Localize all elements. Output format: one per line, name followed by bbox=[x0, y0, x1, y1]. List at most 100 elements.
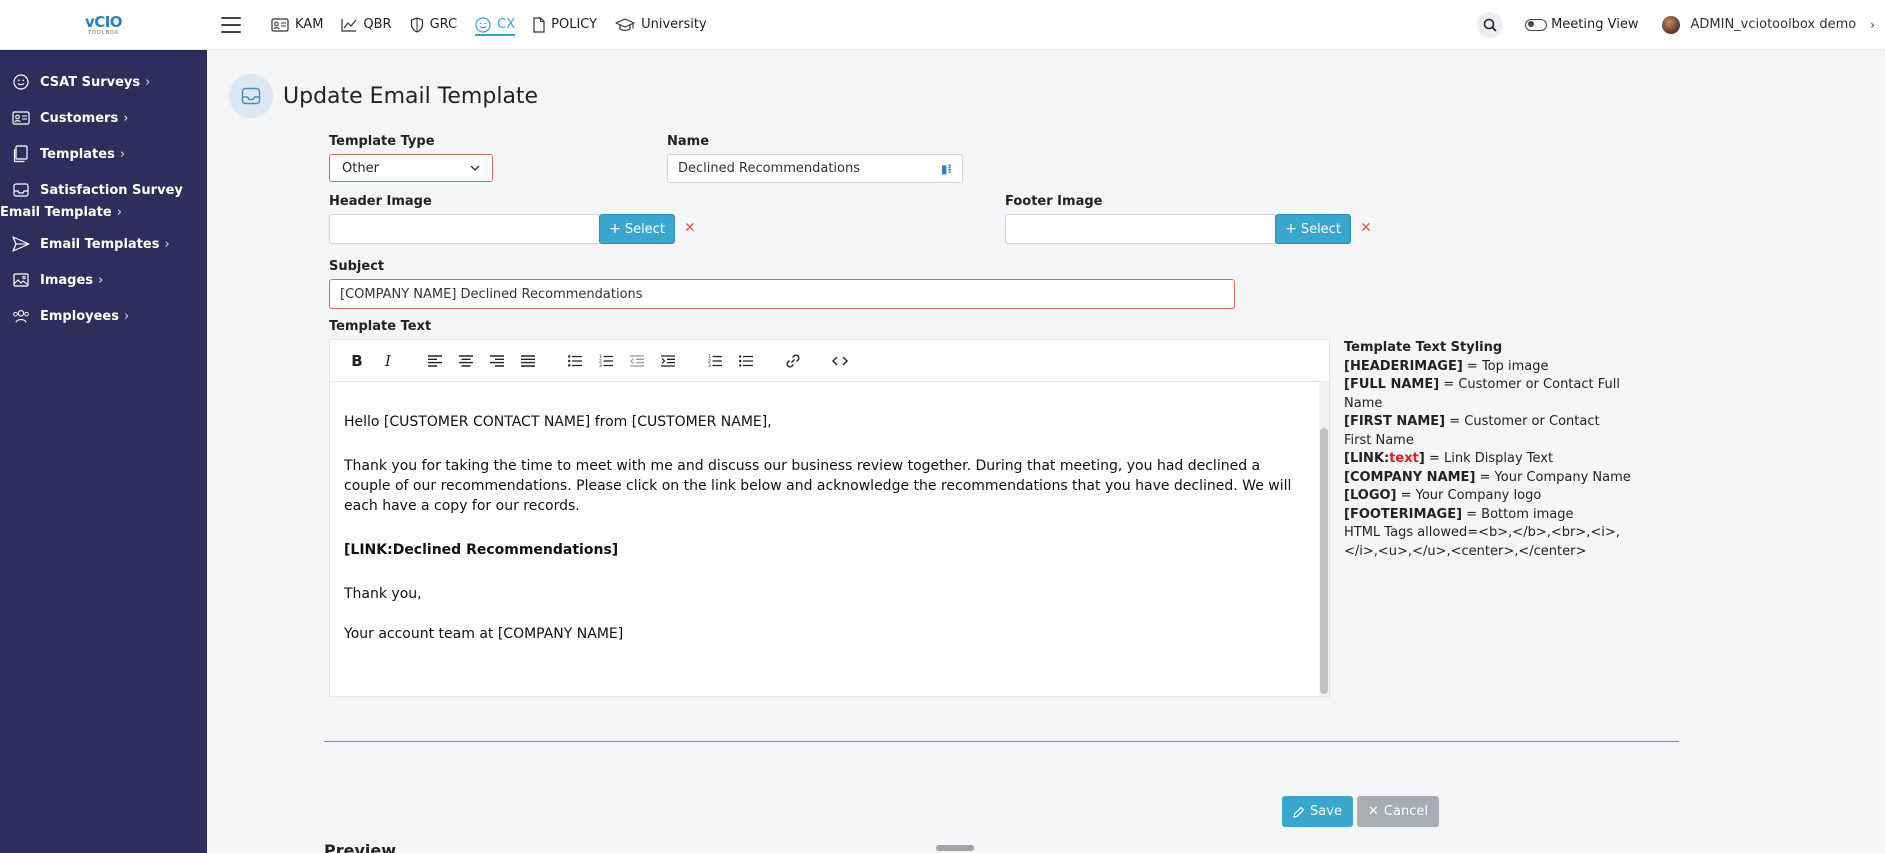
chevron-right-icon: › bbox=[116, 204, 122, 220]
logo-subtext: TOOLBOX bbox=[87, 29, 120, 36]
topnav-kam[interactable]: KAM bbox=[271, 0, 323, 50]
editor-signature: Your account team at [COMPANY NAME] bbox=[344, 626, 624, 642]
styling-line: [FOOTERIMAGE] = Bottom image bbox=[1344, 506, 1574, 522]
outdent-icon[interactable] bbox=[624, 348, 650, 374]
footer-image-clear-icon[interactable]: ✕ bbox=[1360, 220, 1372, 236]
chevron-right-icon: › bbox=[164, 236, 170, 252]
topnav-qbr[interactable]: QBR bbox=[341, 0, 392, 50]
chevron-right-icon: › bbox=[123, 110, 129, 126]
user-name: ADMIN_vciotoolbox demo bbox=[1690, 17, 1857, 32]
chevron-down-icon bbox=[470, 165, 480, 171]
bullet-list-icon[interactable] bbox=[562, 348, 588, 374]
header-image-label: Header Image bbox=[329, 194, 432, 209]
ordered-list-icon[interactable]: 123 bbox=[702, 348, 728, 374]
footer-image-label: Footer Image bbox=[1005, 194, 1103, 209]
toggle-icon bbox=[1525, 18, 1548, 31]
document-icon bbox=[533, 16, 545, 33]
editor-scrollbar[interactable] bbox=[1319, 382, 1329, 696]
template-type-select[interactable]: Other bbox=[329, 154, 493, 182]
user-menu[interactable]: ADMIN_vciotoolbox demo › bbox=[1662, 15, 1875, 34]
topnav-label: QBR bbox=[363, 17, 392, 32]
align-left-icon[interactable] bbox=[422, 348, 448, 374]
indent-icon[interactable] bbox=[655, 348, 681, 374]
scrollbar-thumb[interactable] bbox=[1320, 428, 1328, 694]
sidebar-item-label: Images bbox=[40, 272, 94, 288]
sidebar-nav: CSAT Surveys › Customers › Templates › S… bbox=[0, 50, 207, 334]
logo-text: vCIO bbox=[84, 12, 123, 31]
styling-line: [LINK:text] = Link Display Text bbox=[1344, 451, 1554, 466]
template-text-label: Template Text bbox=[329, 319, 432, 334]
sidebar-item-label: Employees bbox=[40, 308, 119, 324]
header-image-input[interactable] bbox=[329, 214, 601, 244]
align-center-icon[interactable] bbox=[453, 348, 479, 374]
numbered-list-icon[interactable]: 123 bbox=[593, 348, 619, 374]
topnav-label: CX bbox=[497, 17, 516, 32]
sidebar-item-templates[interactable]: Templates › bbox=[0, 136, 207, 172]
footer-image-input[interactable] bbox=[1005, 214, 1277, 244]
topnav-university[interactable]: University bbox=[615, 0, 707, 50]
editor-greeting: Hello [CUSTOMER CONTACT NAME] from [CUST… bbox=[344, 414, 772, 430]
topnav-grc[interactable]: GRC bbox=[410, 0, 458, 50]
styling-title: Template Text Styling bbox=[1344, 340, 1503, 355]
sidebar-item-label: Templates bbox=[40, 146, 115, 162]
hamburger-menu-icon[interactable] bbox=[221, 16, 241, 33]
topnav-policy[interactable]: POLICY bbox=[533, 0, 597, 50]
cancel-label: Cancel bbox=[1383, 804, 1428, 819]
rich-text-editor[interactable]: B I 123 123 Hello [CUSTOMER CONTACT NAME… bbox=[329, 339, 1330, 697]
shield-icon bbox=[410, 16, 423, 33]
bold-icon[interactable]: B bbox=[344, 348, 370, 374]
subject-input[interactable]: [COMPANY NAME] Declined Recommendations bbox=[329, 279, 1235, 309]
meeting-view-toggle[interactable]: Meeting View bbox=[1525, 17, 1638, 32]
sidebar-item-email-templates[interactable]: Email Templates › bbox=[0, 226, 207, 262]
unordered-list-icon[interactable] bbox=[733, 348, 759, 374]
chevron-right-icon: › bbox=[145, 74, 151, 90]
link-icon[interactable] bbox=[780, 348, 806, 374]
italic-icon[interactable]: I bbox=[375, 348, 401, 374]
header-image-clear-icon[interactable]: ✕ bbox=[684, 220, 696, 236]
resize-handle[interactable] bbox=[936, 845, 974, 851]
sidebar-item-csat-surveys[interactable]: CSAT Surveys › bbox=[0, 64, 207, 100]
name-label: Name bbox=[667, 134, 710, 149]
inbox-icon bbox=[229, 74, 273, 118]
name-input[interactable]: Declined Recommendations ▮⁞ bbox=[667, 154, 963, 183]
search-button[interactable] bbox=[1477, 11, 1504, 38]
plus-icon: + bbox=[609, 221, 621, 237]
topnav-label: GRC bbox=[429, 17, 458, 32]
divider bbox=[324, 741, 1679, 742]
avatar bbox=[1662, 15, 1681, 34]
subject-label: Subject bbox=[329, 259, 385, 274]
header-image-select-button[interactable]: + Select bbox=[599, 214, 675, 244]
svg-text:3: 3 bbox=[708, 363, 711, 367]
sidebar-item-images[interactable]: Images › bbox=[0, 262, 207, 298]
cancel-button[interactable]: ✕ Cancel bbox=[1357, 796, 1439, 827]
sidebar-item-customers[interactable]: Customers › bbox=[0, 100, 207, 136]
document-icon bbox=[12, 145, 30, 163]
app-logo[interactable]: vCIO TOOLBOX bbox=[84, 7, 124, 43]
editor-link-text: [LINK:Declined Recommendations] bbox=[344, 542, 619, 558]
save-button[interactable]: Save bbox=[1282, 796, 1353, 827]
align-right-icon[interactable] bbox=[484, 348, 510, 374]
search-icon bbox=[1483, 18, 1497, 32]
chevron-right-icon: › bbox=[119, 146, 126, 162]
chevron-right-icon: › bbox=[1870, 17, 1875, 32]
page-header: Update Email Template bbox=[229, 74, 538, 118]
editor-content[interactable]: Hello [CUSTOMER CONTACT NAME] from [CUST… bbox=[330, 382, 1319, 696]
sidebar-item-employees[interactable]: Employees › bbox=[0, 298, 207, 334]
top-nav: KAM QBR GRC CX POLICY University bbox=[271, 0, 725, 50]
users-icon bbox=[12, 307, 30, 325]
template-type-value: Other bbox=[342, 160, 379, 176]
styling-line: [LOGO] = Your Company logo bbox=[1344, 488, 1542, 503]
select-label: Select bbox=[624, 221, 665, 237]
id-card-icon bbox=[12, 109, 30, 127]
topnav-label: POLICY bbox=[551, 17, 598, 32]
logo-container: vCIO TOOLBOX bbox=[0, 0, 207, 50]
sidebar-item-email-template[interactable]: Email Template › bbox=[0, 202, 207, 222]
footer-image-select-button[interactable]: + Select bbox=[1275, 214, 1351, 244]
top-right-controls: Meeting View ADMIN_vciotoolbox demo › bbox=[1477, 0, 1885, 50]
topnav-cx[interactable]: CX bbox=[475, 0, 515, 50]
pencil-icon bbox=[1293, 806, 1305, 818]
code-icon[interactable] bbox=[827, 348, 853, 374]
smile-icon bbox=[12, 73, 30, 91]
align-justify-icon[interactable] bbox=[515, 348, 541, 374]
styling-line: [FIRST NAME] = Customer or Contact First… bbox=[1344, 414, 1600, 448]
